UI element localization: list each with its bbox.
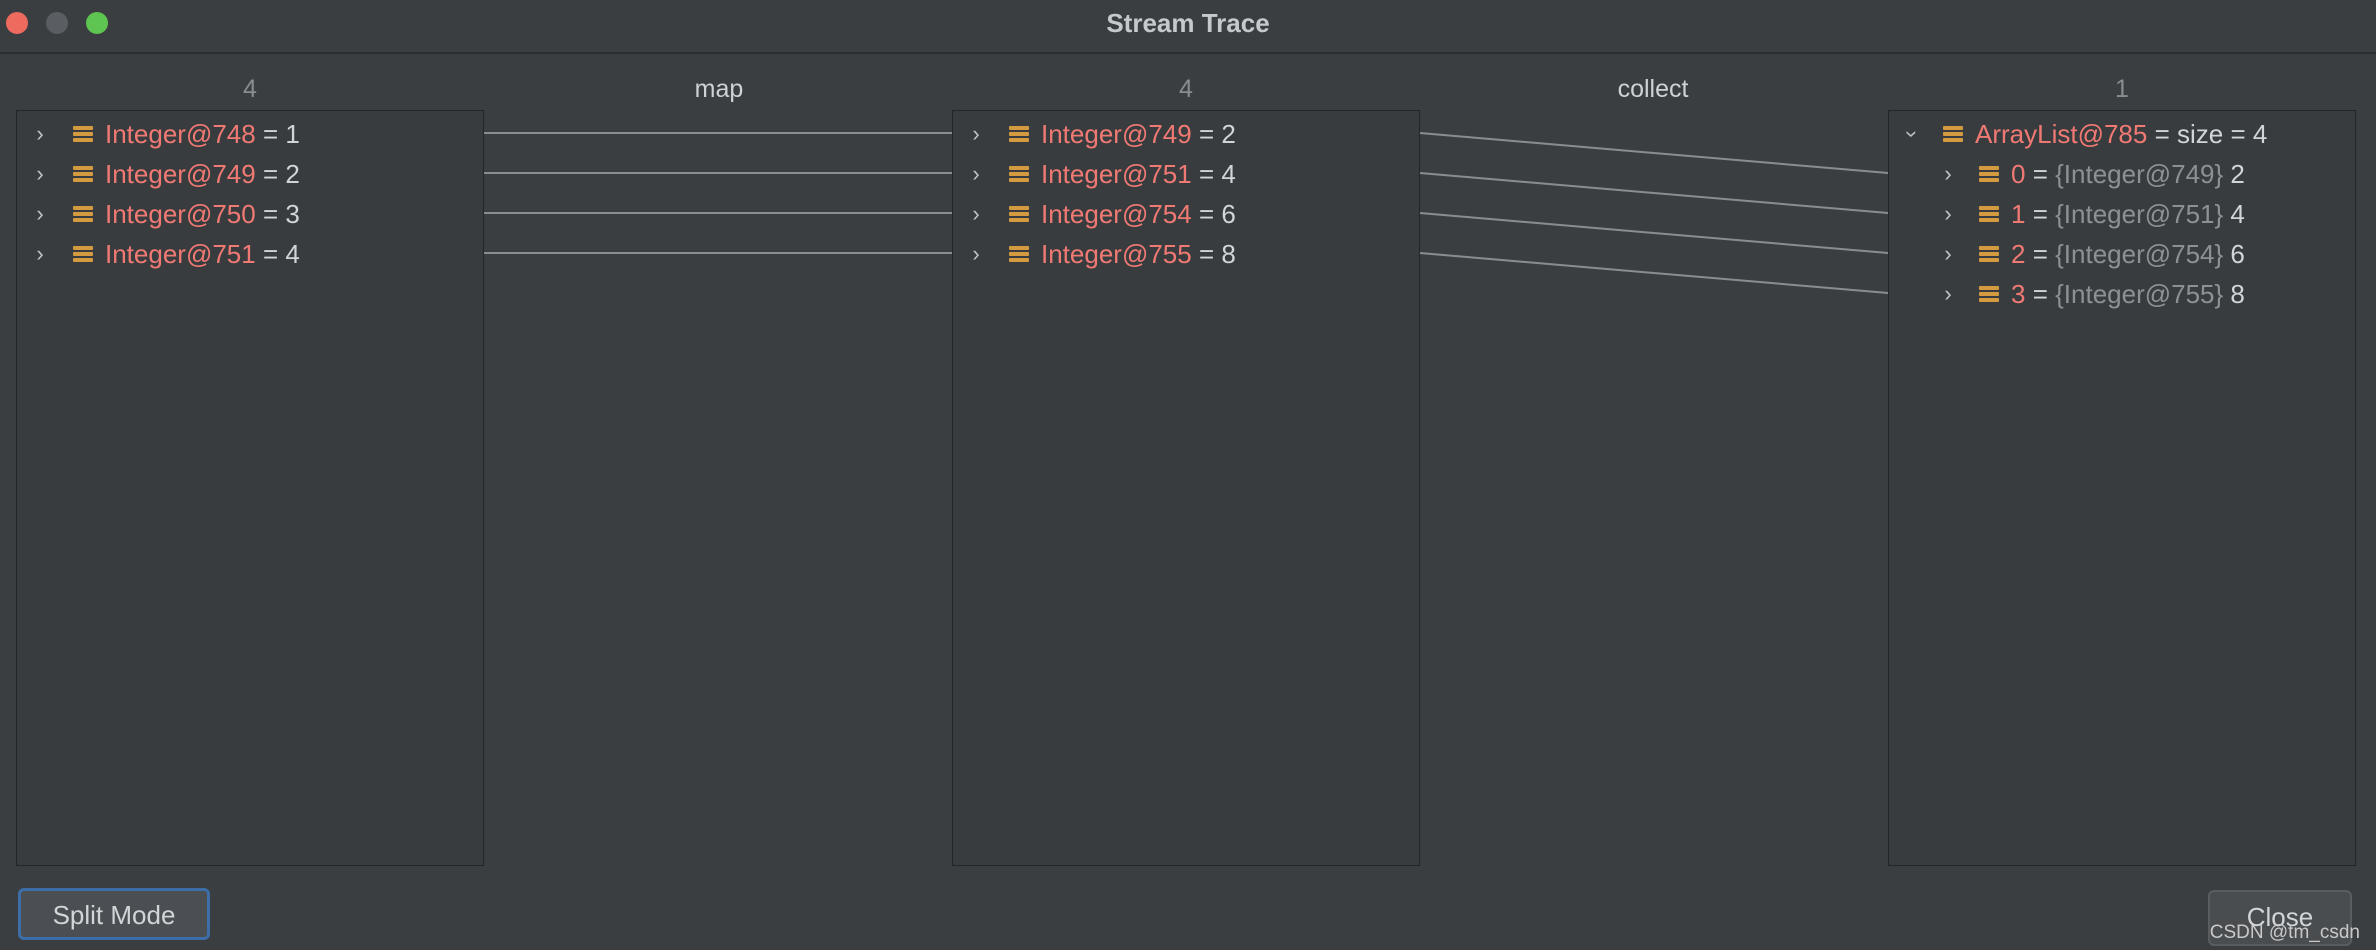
equals-sign: = xyxy=(1198,199,1222,229)
object-value: 1 xyxy=(285,119,300,149)
chevron-right-icon[interactable]: › xyxy=(965,116,987,152)
object-name: ArrayList@785 xyxy=(1975,119,2148,149)
object-name: Integer@749 xyxy=(105,159,256,189)
tree-row-child[interactable]: › 3 = {Integer@755} 8 xyxy=(1889,276,2353,312)
tree-row[interactable]: › Integer@749 = 2 xyxy=(17,156,481,192)
tree-row[interactable]: › Integer@755 = 8 xyxy=(953,236,1417,272)
object-name: Integer@750 xyxy=(105,199,256,229)
right-values-panel[interactable]: › ArrayList@785 = size = 4 › 0 = {Intege… xyxy=(1888,110,2356,866)
chevron-right-icon[interactable]: › xyxy=(965,196,987,232)
stack-icon xyxy=(73,246,93,264)
stack-icon xyxy=(1943,126,1963,144)
chevron-right-icon[interactable]: › xyxy=(965,156,987,192)
element-index: 1 xyxy=(2011,199,2026,229)
equals-sign: = xyxy=(1198,159,1222,189)
collect-link-line xyxy=(1419,252,1889,294)
middle-values-panel[interactable]: › Integer@749 = 2 › Integer@751 = 4 › In… xyxy=(952,110,1420,866)
chevron-right-icon[interactable]: › xyxy=(29,236,51,272)
collect-link-line xyxy=(1419,212,1889,254)
left-values-panel[interactable]: › Integer@748 = 1 › Integer@749 = 2 › In… xyxy=(16,110,484,866)
element-type: {Integer@749} xyxy=(2055,159,2224,189)
element-index: 3 xyxy=(2011,279,2026,309)
equals-sign: = xyxy=(2025,279,2056,309)
object-name: Integer@749 xyxy=(1041,119,1192,149)
object-value: 2 xyxy=(1221,119,1236,149)
equals-sign: = xyxy=(2147,119,2177,149)
chevron-right-icon[interactable]: › xyxy=(29,116,51,152)
equals-sign: = xyxy=(262,119,286,149)
stack-icon xyxy=(73,166,93,184)
equals-sign: = xyxy=(2025,199,2056,229)
tree-row-child[interactable]: › 2 = {Integer@754} 6 xyxy=(1889,236,2353,272)
tree-row[interactable]: › Integer@750 = 3 xyxy=(17,196,481,232)
chevron-right-icon[interactable]: › xyxy=(1937,196,1959,232)
stack-icon xyxy=(1009,166,1029,184)
object-value: 2 xyxy=(285,159,300,189)
equals-sign: = xyxy=(1198,119,1222,149)
tree-row[interactable]: › Integer@751 = 4 xyxy=(17,236,481,272)
tree-row[interactable]: › Integer@748 = 1 xyxy=(17,116,481,152)
object-name: Integer@754 xyxy=(1041,199,1192,229)
split-mode-button[interactable]: Split Mode xyxy=(18,888,210,940)
tree-row-root[interactable]: › ArrayList@785 = size = 4 xyxy=(1889,116,2353,152)
element-index: 0 xyxy=(2011,159,2026,189)
stack-icon xyxy=(1009,206,1029,224)
element-value: 4 xyxy=(2223,199,2245,229)
element-value: 2 xyxy=(2223,159,2245,189)
object-value: 4 xyxy=(285,239,300,269)
stack-icon xyxy=(1979,206,1999,224)
stack-icon xyxy=(1009,126,1029,144)
stack-icon xyxy=(1979,286,1999,304)
watermark: CSDN @tm_csdn xyxy=(2209,922,2360,943)
stack-icon xyxy=(73,206,93,224)
equals-sign: = xyxy=(2025,159,2056,189)
object-value: 4 xyxy=(1221,159,1236,189)
collect-link-line xyxy=(1419,172,1889,214)
chevron-right-icon[interactable]: › xyxy=(29,156,51,192)
element-type: {Integer@754} xyxy=(2055,239,2224,269)
chevron-down-icon[interactable]: › xyxy=(1894,123,1930,145)
object-name: Integer@751 xyxy=(1041,159,1192,189)
tree-row[interactable]: › Integer@751 = 4 xyxy=(953,156,1417,192)
tree-row-child[interactable]: › 1 = {Integer@751} 4 xyxy=(1889,196,2353,232)
element-value: 6 xyxy=(2223,239,2245,269)
element-type: {Integer@751} xyxy=(2055,199,2224,229)
equals-sign: = xyxy=(262,199,286,229)
tree-row[interactable]: › Integer@754 = 6 xyxy=(953,196,1417,232)
chevron-right-icon[interactable]: › xyxy=(1937,236,1959,272)
tree-row-child[interactable]: › 0 = {Integer@749} 2 xyxy=(1889,156,2353,192)
object-value: 8 xyxy=(1221,239,1236,269)
object-name: Integer@751 xyxy=(105,239,256,269)
tree-row[interactable]: › Integer@749 = 2 xyxy=(953,116,1417,152)
size-label: size = 4 xyxy=(2177,119,2268,149)
stack-icon xyxy=(73,126,93,144)
stack-icon xyxy=(1979,246,1999,264)
object-name: Integer@748 xyxy=(105,119,256,149)
collect-link-line xyxy=(1419,132,1889,174)
object-name: Integer@755 xyxy=(1041,239,1192,269)
chevron-right-icon[interactable]: › xyxy=(965,236,987,272)
stack-icon xyxy=(1979,166,1999,184)
element-index: 2 xyxy=(2011,239,2026,269)
stack-icon xyxy=(1009,246,1029,264)
element-type: {Integer@755} xyxy=(2055,279,2224,309)
chevron-right-icon[interactable]: › xyxy=(1937,156,1959,192)
equals-sign: = xyxy=(2025,239,2056,269)
chevron-right-icon[interactable]: › xyxy=(29,196,51,232)
element-value: 8 xyxy=(2223,279,2245,309)
equals-sign: = xyxy=(262,159,286,189)
object-value: 6 xyxy=(1221,199,1236,229)
equals-sign: = xyxy=(262,239,286,269)
chevron-right-icon[interactable]: › xyxy=(1937,276,1959,312)
object-value: 3 xyxy=(285,199,300,229)
equals-sign: = xyxy=(1198,239,1222,269)
